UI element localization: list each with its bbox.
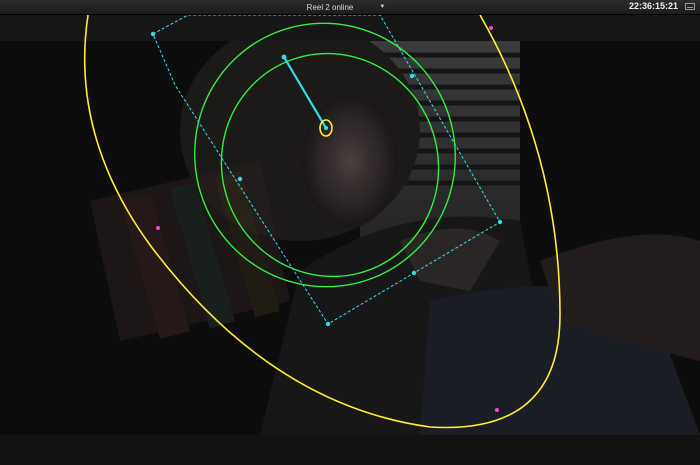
timecode-display: 22:36:15:21	[628, 1, 678, 11]
rotation-handle-line[interactable]	[283, 56, 327, 129]
cyan-window-handle[interactable]	[325, 321, 331, 327]
chevron-down-icon: ▼	[379, 4, 386, 10]
yellow-window-handle[interactable]	[489, 26, 493, 30]
yellow-window-outline[interactable]	[83, 15, 561, 429]
cyan-window-handle[interactable]	[237, 176, 243, 182]
yellow-window-handle[interactable]	[156, 226, 160, 230]
cyan-window-handle[interactable]	[150, 31, 156, 37]
cyan-window-handle[interactable]	[497, 219, 503, 225]
cyan-window-outline[interactable]	[152, 15, 501, 325]
yellow-window-handle[interactable]	[495, 408, 499, 412]
cyan-window-handle[interactable]	[409, 73, 415, 79]
letterbox-bottom	[0, 435, 700, 465]
green-window-outline[interactable]	[155, 15, 495, 326]
power-window-overlay	[83, 15, 561, 429]
clip-selector[interactable]: Reel 2 online ▼	[286, 0, 406, 14]
rotation-handle[interactable]	[281, 54, 287, 60]
cyan-window-handle[interactable]	[411, 270, 417, 276]
clip-name: Reel 2 online	[306, 2, 354, 12]
monitor-icon[interactable]	[685, 3, 695, 10]
center-point[interactable]	[324, 126, 328, 130]
viewer-header: Reel 2 online ▼ 22:36:15:21	[0, 0, 700, 15]
